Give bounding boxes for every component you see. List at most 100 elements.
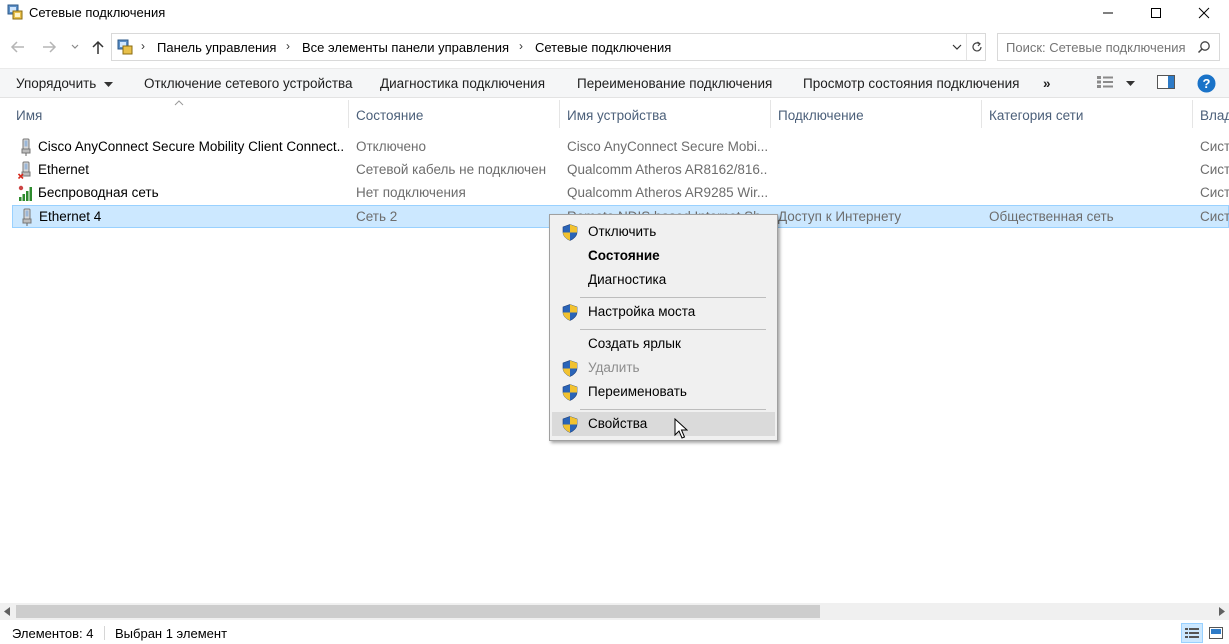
close-button[interactable] [1181,0,1227,26]
network-connections-icon [7,4,23,20]
menu-separator [580,409,766,410]
minimize-button[interactable] [1085,0,1131,26]
uac-shield-icon [562,224,578,241]
column-header-device[interactable]: Имя устройства [567,108,667,123]
more-commands-button[interactable]: » [1043,76,1051,91]
column-header-network-category[interactable]: Категория сети [989,108,1083,123]
column-header-connectivity[interactable]: Подключение [778,108,864,123]
sort-ascending-icon [174,100,184,106]
menu-item-bridge[interactable]: Настройка моста [552,300,775,324]
breadcrumb-separator-icon: › [141,39,145,53]
back-arrow-icon [10,41,24,53]
address-bar[interactable]: › Панель управления › Все элементы панел… [111,33,986,61]
dropdown-arrow-icon [1126,81,1135,86]
menu-item-status[interactable]: Состояние [552,244,775,268]
scroll-right-icon[interactable] [1218,607,1226,616]
connection-status: Сетевой кабель не подключен [356,162,547,177]
change-view-button[interactable] [1096,75,1140,93]
details-view-toggle[interactable] [1181,623,1203,643]
preview-pane-icon [1157,75,1175,89]
menu-item-label: Создать ярлык [588,336,681,351]
selection-count: Выбран 1 элемент [115,626,228,641]
column-divider[interactable] [981,100,982,128]
connection-name: Беспроводная сеть [38,185,159,200]
uac-shield-icon [562,304,578,321]
control-panel-icon [117,39,133,55]
svg-text:?: ? [1203,76,1211,91]
breadcrumb-all-items[interactable]: Все элементы панели управления [302,40,509,55]
column-header-owner[interactable]: Влад [1200,108,1229,123]
table-row[interactable]: Беспроводная сеть Нет подключения Qualco… [12,182,1229,204]
search-input[interactable] [1006,38,1191,56]
table-row[interactable]: Ethernet Сетевой кабель не подключен Qua… [12,159,1229,181]
recent-locations-button[interactable] [66,38,84,56]
details-view-icon [1185,628,1199,638]
disable-device-button[interactable]: Отключение сетевого устройства [144,76,353,91]
navigation-bar: › Панель управления › Все элементы панел… [0,33,1229,61]
menu-separator [580,329,766,330]
diagnose-connection-button[interactable]: Диагностика подключения [380,76,545,91]
menu-item-delete: Удалить [552,356,775,380]
dropdown-arrow-icon [104,82,114,87]
up-button[interactable] [89,38,107,56]
connection-status: Нет подключения [356,185,466,200]
owner: Сист [1200,162,1229,177]
breadcrumb-separator-icon: › [519,39,523,53]
menu-item-rename[interactable]: Переименовать [552,380,775,404]
column-headers: Имя Состояние Имя устройства Подключение… [0,100,1229,130]
column-divider[interactable] [770,100,771,128]
search-box[interactable] [997,33,1220,61]
help-icon: ? [1197,74,1216,93]
breadcrumb-control-panel[interactable]: Панель управления [157,40,276,55]
back-button[interactable] [9,38,27,56]
items-count: Элементов: 4 [12,626,94,641]
column-header-status[interactable]: Состояние [356,108,423,123]
scrollbar-thumb[interactable] [16,605,820,618]
large-icons-view-toggle[interactable] [1205,623,1227,643]
refresh-icon [971,41,982,52]
table-row[interactable]: Cisco AnyConnect Secure Mobility Client … [12,136,1229,158]
menu-item-create-shortcut[interactable]: Создать ярлык [552,332,775,356]
device-name: Qualcomm Atheros AR8162/816... [567,162,767,177]
column-divider[interactable] [559,100,560,128]
menu-item-label: Состояние [588,248,660,263]
network-adapter-icon [22,208,32,226]
command-bar: Упорядочить Отключение сетевого устройст… [0,68,1229,98]
column-divider[interactable] [348,100,349,128]
breadcrumb-separator-icon: › [286,39,290,53]
connection-name: Cisco AnyConnect Secure Mobility Client … [38,139,343,154]
uac-shield-icon [562,384,578,401]
title-bar: Сетевые подключения [0,0,1229,26]
chevron-down-icon [952,44,962,50]
help-button[interactable]: ? [1197,74,1217,94]
column-header-name[interactable]: Имя [16,108,42,123]
connection-name: Ethernet [38,162,90,177]
maximize-button[interactable] [1133,0,1179,26]
horizontal-scrollbar[interactable] [0,603,1229,620]
connection-name: Ethernet 4 [39,209,102,224]
view-status-button[interactable]: Просмотр состояния подключения [803,76,1019,91]
network-adapter-disconnected-icon [18,161,31,179]
column-divider[interactable] [1192,100,1193,128]
organize-button[interactable]: Упорядочить [16,76,114,91]
preview-pane-button[interactable] [1157,75,1177,93]
refresh-button[interactable] [966,34,986,60]
chevron-down-icon [71,44,79,49]
close-icon [1198,7,1210,19]
up-arrow-icon [92,40,104,54]
forward-arrow-icon [43,41,57,53]
menu-item-properties[interactable]: Свойства [552,412,775,436]
forward-button[interactable] [40,38,58,56]
owner: Сист [1200,209,1229,224]
rename-connection-button[interactable]: Переименование подключения [577,76,772,91]
menu-item-label: Переименовать [588,384,687,399]
maximize-icon [1151,8,1161,18]
breadcrumb-network-connections[interactable]: Сетевые подключения [535,40,671,55]
minimize-icon [1103,12,1113,14]
menu-item-diagnose[interactable]: Диагностика [552,268,775,292]
menu-item-disable[interactable]: Отключить [552,220,775,244]
scroll-left-icon[interactable] [3,607,11,616]
uac-shield-icon [562,360,578,377]
address-dropdown-button[interactable] [949,34,965,60]
context-menu: Отключить Состояние Диагностика Настройк… [549,214,778,441]
